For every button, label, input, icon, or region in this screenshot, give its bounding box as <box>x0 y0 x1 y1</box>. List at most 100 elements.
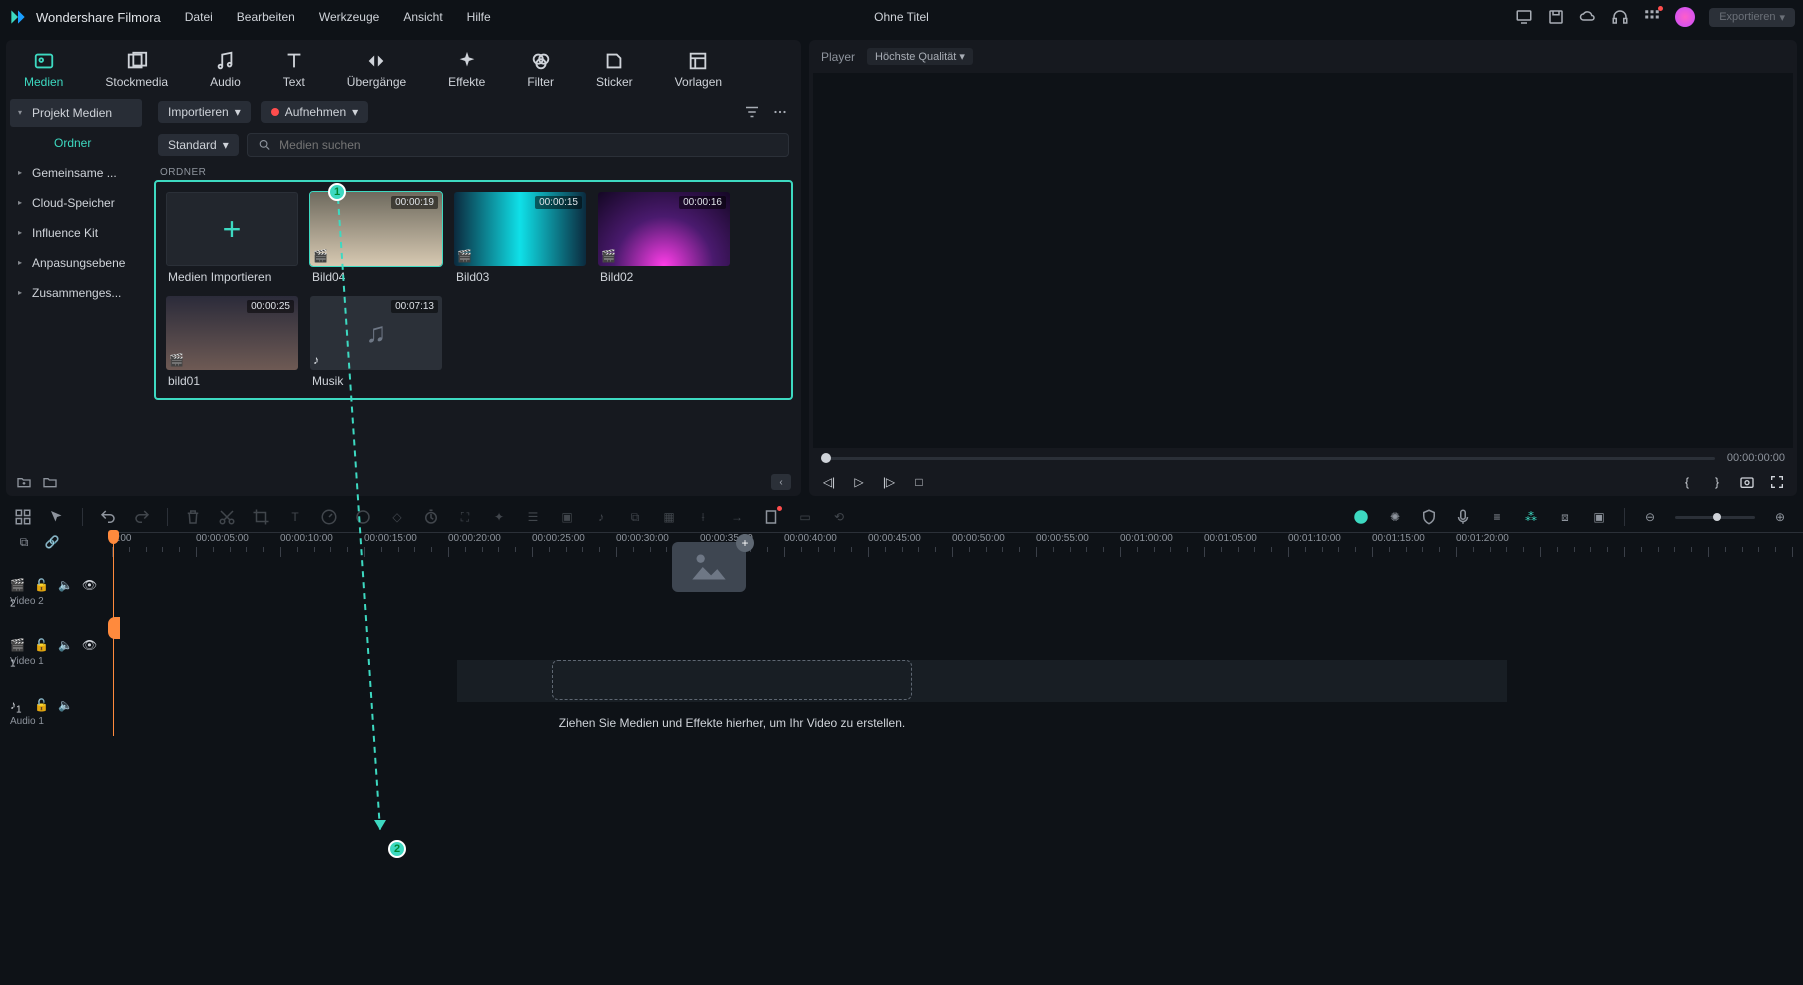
sidebar-item-compound[interactable]: ▸Zusammenges... <box>10 279 142 307</box>
overlap-icon[interactable]: ▣ <box>1590 508 1608 526</box>
prev-frame-icon[interactable]: ◁| <box>821 474 837 490</box>
cut-icon[interactable] <box>218 508 236 526</box>
mixer-icon[interactable]: ≡ <box>1488 508 1506 526</box>
ruler-body[interactable]: 0:0000:00:05:0000:00:10:0000:00:15:0000:… <box>112 532 1803 572</box>
player-viewport[interactable] <box>813 73 1793 448</box>
speed-icon[interactable] <box>320 508 338 526</box>
mute-icon[interactable]: 🔈 <box>58 578 72 592</box>
lock-icon[interactable]: 🔓 <box>34 698 48 712</box>
visible-icon[interactable]: 👁 <box>82 578 96 592</box>
fit-icon[interactable]: ⛶ <box>456 508 474 526</box>
headphones-icon[interactable] <box>1611 8 1629 26</box>
tab-text[interactable]: Text <box>277 46 311 93</box>
tool-select-icon[interactable] <box>14 508 32 526</box>
snapshot-icon[interactable] <box>1739 474 1755 490</box>
media-tile[interactable]: 00:00:25🎬 <box>166 296 298 370</box>
adjust-icon[interactable]: ☰ <box>524 508 542 526</box>
zoom-out-icon[interactable]: ⊖ <box>1641 508 1659 526</box>
track-icon[interactable]: → <box>728 508 746 526</box>
tab-sticker[interactable]: Sticker <box>590 46 639 93</box>
record-button[interactable]: Aufnehmen▾ <box>261 101 368 123</box>
keyframe-icon[interactable]: ◇ <box>388 508 406 526</box>
lock-icon[interactable]: 🔓 <box>34 638 48 652</box>
more-icon[interactable] <box>771 103 789 121</box>
sidebar-item-folder[interactable]: Ordner <box>10 129 142 157</box>
delete-icon[interactable] <box>184 508 202 526</box>
magnet-icon[interactable]: ⁂ <box>1522 508 1540 526</box>
undo-icon[interactable] <box>99 508 117 526</box>
tab-templates[interactable]: Vorlagen <box>669 46 728 93</box>
bracket-close-icon[interactable]: } <box>1709 474 1725 490</box>
marker-tool-icon[interactable] <box>762 508 780 526</box>
mask-icon[interactable]: ▣ <box>558 508 576 526</box>
zoom-slider[interactable] <box>1675 516 1755 519</box>
play-icon[interactable]: ▷ <box>851 474 867 490</box>
menu-edit[interactable]: Bearbeiten <box>237 10 295 24</box>
lock-icon[interactable]: 🔓 <box>34 578 48 592</box>
media-tile[interactable]: ♫00:07:13♪ <box>310 296 442 370</box>
monitor-icon[interactable] <box>1515 8 1533 26</box>
stop-icon[interactable]: □ <box>911 474 927 490</box>
sidebar-item-influence[interactable]: ▸Influence Kit <box>10 219 142 247</box>
cloud-icon[interactable] <box>1579 8 1597 26</box>
import-media-tile[interactable]: + <box>166 192 298 266</box>
search-input[interactable] <box>279 138 778 152</box>
media-tile[interactable]: 00:00:16🎬 <box>598 192 730 266</box>
track-manager-icon[interactable]: ⧉ <box>16 534 32 550</box>
filter-list-icon[interactable] <box>743 103 761 121</box>
tool-arrow-icon[interactable] <box>48 508 66 526</box>
bracket-open-icon[interactable]: { <box>1679 474 1695 490</box>
view-mode-select[interactable]: Standard▾ <box>158 134 239 156</box>
ratio-icon[interactable]: ▭ <box>796 508 814 526</box>
menu-view[interactable]: Ansicht <box>403 10 442 24</box>
sidebar-item-project-media[interactable]: ▾Projekt Medien <box>10 99 142 127</box>
new-folder-icon[interactable] <box>16 474 32 490</box>
playhead-handle[interactable] <box>108 530 119 544</box>
track-body-video2[interactable]: + <box>112 572 1803 632</box>
mute-icon[interactable]: 🔈 <box>58 638 72 652</box>
visible-icon[interactable]: 👁 <box>82 638 96 652</box>
quality-select[interactable]: Höchste Qualität ▾ <box>867 48 973 65</box>
tab-transitions[interactable]: Übergänge <box>341 46 412 93</box>
tab-audio[interactable]: Audio <box>204 46 247 93</box>
transform-icon[interactable]: ✦ <box>490 508 508 526</box>
scrubber-handle[interactable] <box>821 453 831 463</box>
mic-icon[interactable] <box>1454 508 1472 526</box>
search-field[interactable] <box>247 133 789 157</box>
tab-stockmedia[interactable]: Stockmedia <box>99 46 174 93</box>
snap-icon[interactable]: ⧈ <box>1556 508 1574 526</box>
tab-filter[interactable]: Filter <box>521 46 560 93</box>
folder-icon[interactable] <box>42 474 58 490</box>
menu-help[interactable]: Hilfe <box>467 10 491 24</box>
track-body-audio1[interactable] <box>112 692 1803 736</box>
export-button[interactable]: Exportieren ▾ <box>1709 8 1795 27</box>
user-avatar[interactable] <box>1675 7 1695 27</box>
media-tile[interactable]: 00:00:15🎬 <box>454 192 586 266</box>
tab-media[interactable]: Medien <box>18 46 69 93</box>
redo-icon[interactable] <box>133 508 151 526</box>
track-body-video1[interactable]: Ziehen Sie Medien und Effekte hierher, u… <box>112 632 1803 692</box>
tab-effects[interactable]: Effekte <box>442 46 491 93</box>
audio-tool-icon[interactable]: ♪ <box>592 508 610 526</box>
zoom-knob[interactable] <box>1713 513 1721 521</box>
grid-icon[interactable] <box>1643 8 1661 26</box>
playhead[interactable] <box>113 532 114 736</box>
group-icon[interactable]: ⧉ <box>626 508 644 526</box>
crop-icon[interactable] <box>252 508 270 526</box>
player-scrubber[interactable] <box>821 457 1715 460</box>
menu-tools[interactable]: Werkzeuge <box>319 10 379 24</box>
subtitle-icon[interactable]: ✺ <box>1386 508 1404 526</box>
mute-icon[interactable]: 🔈 <box>58 698 72 712</box>
zoom-in-icon[interactable]: ⊕ <box>1771 508 1789 526</box>
sidebar-item-adjustment[interactable]: ▸Anpasungsebene <box>10 249 142 277</box>
next-frame-icon[interactable]: |▷ <box>881 474 897 490</box>
ai-icon[interactable] <box>1352 508 1370 526</box>
fullscreen-icon[interactable] <box>1769 474 1785 490</box>
save-icon[interactable] <box>1547 8 1565 26</box>
media-tile[interactable]: 00:00:19🎬 <box>310 192 442 266</box>
link-icon[interactable]: 🔗 <box>44 534 60 550</box>
text-tool-icon[interactable]: T <box>286 508 304 526</box>
sidebar-item-cloud[interactable]: ▸Cloud-Speicher <box>10 189 142 217</box>
import-button[interactable]: Importieren▾ <box>158 101 251 123</box>
timer-icon[interactable] <box>422 508 440 526</box>
